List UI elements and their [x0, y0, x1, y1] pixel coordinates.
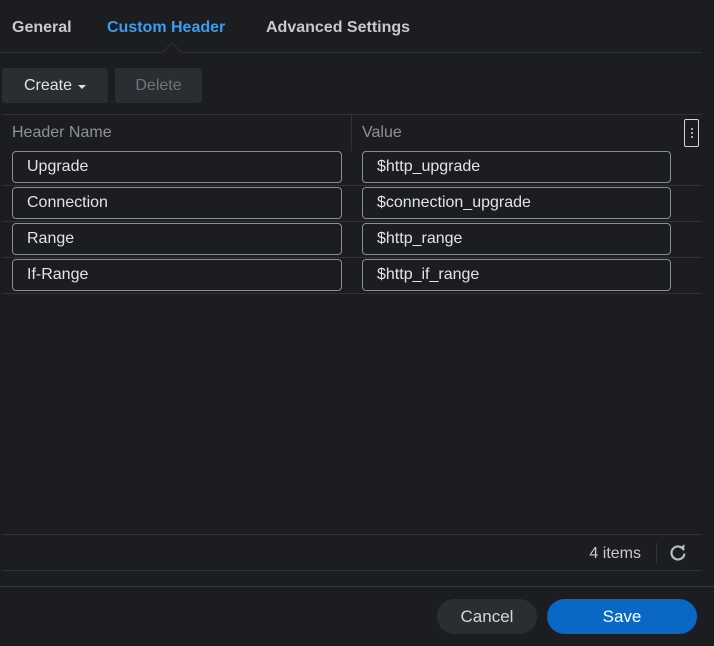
create-button[interactable]: Create [2, 68, 108, 103]
header-value-input[interactable] [362, 187, 671, 219]
delete-button[interactable]: Delete [115, 68, 202, 103]
header-name-input[interactable] [12, 151, 342, 183]
tab-custom-header[interactable]: Custom Header [107, 19, 225, 37]
dialog-actions: Cancel Save [0, 586, 714, 646]
caret-down-icon [78, 84, 87, 89]
cancel-button[interactable]: Cancel [437, 599, 537, 634]
table-row [2, 186, 702, 222]
create-button-label: Create [23, 76, 73, 94]
header-value-input[interactable] [362, 151, 671, 183]
grid-footer: 4 items [2, 534, 702, 571]
column-header-value[interactable]: Value [362, 124, 402, 142]
item-count: 4 items [589, 545, 641, 562]
table-row [2, 222, 702, 258]
custom-header-dialog: General Custom Header Advanced Settings … [0, 0, 714, 646]
active-tab-indicator [162, 42, 182, 62]
column-header-name[interactable]: Header Name [12, 124, 112, 142]
vertical-dots-icon[interactable] [684, 119, 699, 147]
refresh-icon[interactable] [668, 543, 688, 563]
header-value-input[interactable] [362, 223, 671, 255]
header-name-input[interactable] [12, 223, 342, 255]
column-divider[interactable] [351, 115, 352, 151]
table-row [2, 150, 702, 186]
tab-general[interactable]: General [12, 19, 72, 37]
header-name-input[interactable] [12, 259, 342, 291]
header-value-input[interactable] [362, 259, 671, 291]
save-button[interactable]: Save [547, 599, 697, 634]
table-row [2, 258, 702, 294]
header-name-input[interactable] [12, 187, 342, 219]
table-header: Header Name Value [2, 114, 702, 151]
tab-advanced-settings[interactable]: Advanced Settings [266, 19, 410, 37]
footer-divider [656, 543, 657, 563]
table-body [2, 150, 702, 294]
tab-bar: General Custom Header Advanced Settings [0, 0, 702, 62]
